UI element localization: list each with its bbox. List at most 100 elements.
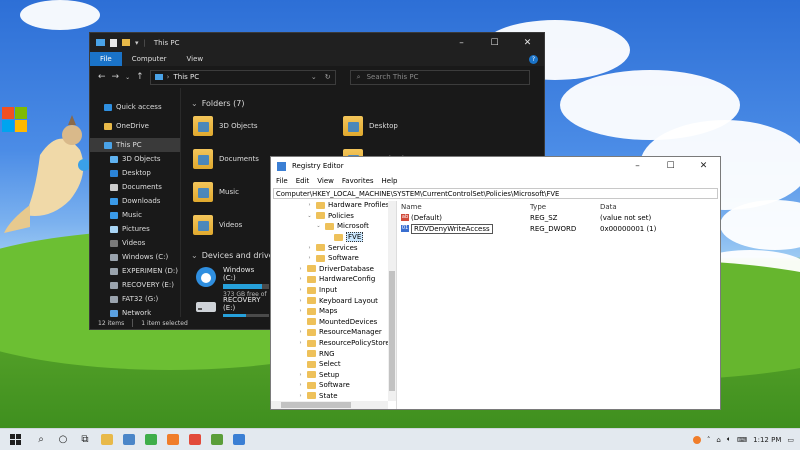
volume-icon[interactable]: 🔈︎	[727, 435, 731, 444]
tree-item-hardwareconfig[interactable]: › HardwareConfig	[271, 274, 396, 285]
value-row[interactable]: ab (Default) REG_SZ (value not set)	[397, 212, 720, 223]
collapsed-chevron-icon[interactable]: ›	[297, 287, 304, 293]
tab-view[interactable]: View	[177, 52, 214, 66]
taskbar-file-explorer-button[interactable]	[96, 429, 118, 450]
collapsed-chevron-icon[interactable]: ›	[297, 276, 304, 282]
search-icon[interactable]: ⌕	[30, 429, 52, 450]
sidebar-item-recovery-e[interactable]: RECOVERY (E:)	[90, 278, 180, 292]
tree-horizontal-scrollbar[interactable]	[271, 401, 388, 409]
tray-app-icon[interactable]	[692, 435, 701, 444]
folder-item-3d-objects[interactable]: 3D Objects	[193, 116, 258, 136]
tree-item-software[interactable]: › Software	[271, 380, 396, 391]
sidebar-item-windows-c[interactable]: Windows (C:)	[90, 250, 180, 264]
menu-help[interactable]: Help	[382, 177, 398, 185]
search-box[interactable]: ⌕ Search This PC	[349, 69, 530, 85]
expanded-chevron-icon[interactable]: ⌄	[306, 213, 313, 219]
collapsed-chevron-icon[interactable]: ›	[297, 393, 304, 399]
collapsed-chevron-icon[interactable]: ›	[297, 372, 304, 378]
network-icon[interactable]: ⌂	[716, 436, 720, 444]
recent-locations-icon[interactable]: ⌄	[125, 74, 130, 81]
folder-item-videos[interactable]: Videos	[193, 215, 242, 235]
column-data[interactable]: Data	[600, 203, 710, 211]
collapsed-chevron-icon[interactable]: ›	[297, 329, 304, 335]
collapsed-chevron-icon[interactable]: ›	[306, 202, 313, 208]
sidebar-item-quick-access[interactable]: Quick access	[90, 100, 180, 114]
notifications-icon[interactable]: ▭	[787, 436, 794, 444]
tree-item-setup[interactable]: › Setup	[271, 370, 396, 381]
help-icon[interactable]: ?	[529, 54, 538, 64]
tree-item-driverdatabase[interactable]: › DriverDatabase	[271, 264, 396, 275]
scroll-thumb[interactable]	[389, 271, 395, 391]
sidebar-item-downloads[interactable]: Downloads	[90, 194, 180, 208]
tree-item-select[interactable]: Select	[271, 359, 396, 370]
collapsed-chevron-icon[interactable]: ›	[297, 382, 304, 388]
expanded-chevron-icon[interactable]: ⌄	[315, 223, 322, 229]
tree-item-state[interactable]: › State	[271, 391, 396, 402]
column-type[interactable]: Type	[530, 203, 600, 211]
tree-item-maps[interactable]: › Maps	[271, 306, 396, 317]
taskbar-media-player-button[interactable]	[206, 429, 228, 450]
column-name[interactable]: Name	[397, 203, 530, 211]
taskbar-chrome-button[interactable]	[184, 429, 206, 450]
tree-item-keyboard-layout[interactable]: › Keyboard Layout	[271, 295, 396, 306]
taskbar-registry-editor-button[interactable]	[228, 429, 250, 450]
keyboard-icon[interactable]: ⌨	[737, 436, 747, 444]
taskbar-firefox-button[interactable]	[162, 429, 184, 450]
collapsed-chevron-icon[interactable]: ›	[297, 298, 304, 304]
tree-item-resourcemanager[interactable]: › ResourceManager	[271, 327, 396, 338]
back-arrow-icon[interactable]: ←	[98, 72, 106, 82]
sidebar-item-this-pc[interactable]: This PC	[90, 138, 180, 152]
collapsed-chevron-icon[interactable]: ›	[306, 245, 313, 251]
maximize-button[interactable]: ☐	[654, 157, 687, 175]
sidebar-item-videos[interactable]: Videos	[90, 236, 180, 250]
tree-item-fve[interactable]: FVE	[271, 232, 396, 243]
clock[interactable]: 1:12 PM	[753, 436, 781, 444]
address-bar[interactable]: › This PC ⌄ ↻	[149, 69, 336, 85]
start-button[interactable]	[0, 429, 30, 450]
tab-file[interactable]: File	[90, 52, 122, 66]
tree-item-software[interactable]: › Software	[271, 253, 396, 264]
drive-item-windows-c[interactable]: Windows (C:) 373 GB free of	[195, 266, 269, 298]
address-bar[interactable]: Computer\HKEY_LOCAL_MACHINE\SYSTEM\Curre…	[273, 188, 718, 199]
close-button[interactable]: ✕	[687, 157, 720, 175]
tree-vertical-scrollbar[interactable]	[388, 201, 396, 401]
up-arrow-icon[interactable]: ↑	[136, 72, 144, 82]
folder-item-music[interactable]: Music	[193, 182, 239, 202]
tree-item-services[interactable]: › Services	[271, 242, 396, 253]
close-button[interactable]: ✕	[511, 33, 544, 52]
folder-item-desktop[interactable]: Desktop	[343, 116, 398, 136]
collapsed-chevron-icon[interactable]: ›	[306, 255, 313, 261]
scroll-thumb[interactable]	[281, 402, 351, 408]
title-bar[interactable]: ▾ | This PC – ☐ ✕	[90, 33, 544, 52]
maximize-button[interactable]: ☐	[478, 33, 511, 52]
menu-file[interactable]: File	[276, 177, 288, 185]
customize-quick-access-icon[interactable]: ▾	[135, 39, 139, 47]
tree-item-hardware-profiles[interactable]: › Hardware Profiles	[271, 201, 396, 211]
collapsed-chevron-icon[interactable]: ›	[297, 308, 304, 314]
collapsed-chevron-icon[interactable]: ›	[297, 340, 304, 346]
tree-item-mounteddevices[interactable]: MountedDevices	[271, 317, 396, 328]
tab-computer[interactable]: Computer	[122, 52, 177, 66]
minimize-button[interactable]: –	[445, 33, 478, 52]
task-view-icon[interactable]: ⧉	[74, 429, 96, 450]
tree-item-microsoft[interactable]: ⌄ Microsoft	[271, 221, 396, 232]
forward-arrow-icon[interactable]: →	[112, 72, 120, 82]
new-folder-icon[interactable]	[122, 39, 130, 46]
cortana-icon[interactable]: ○	[52, 429, 74, 450]
sidebar-item-pictures[interactable]: Pictures	[90, 222, 180, 236]
tree-item-input[interactable]: › Input	[271, 285, 396, 296]
sidebar-item-fat32-g[interactable]: FAT32 (G:)	[90, 292, 180, 306]
sidebar-item-onedrive[interactable]: OneDrive	[90, 119, 180, 133]
address-dropdown-icon[interactable]: ⌄	[311, 73, 321, 81]
tree-item-rng[interactable]: RNG	[271, 348, 396, 359]
folder-item-documents[interactable]: Documents	[193, 149, 259, 169]
menu-favorites[interactable]: Favorites	[342, 177, 374, 185]
sidebar-item-music[interactable]: Music	[90, 208, 180, 222]
minimize-button[interactable]: –	[621, 157, 654, 175]
value-name-edit-field[interactable]: RDVDenyWriteAccess	[411, 223, 493, 234]
sidebar-item-3d-objects[interactable]: 3D Objects	[90, 152, 180, 166]
sidebar-item-documents[interactable]: Documents	[90, 180, 180, 194]
tree-item-policies[interactable]: ⌄ Policies	[271, 211, 396, 222]
refresh-icon[interactable]: ↻	[325, 73, 335, 81]
sidebar-item-desktop[interactable]: Desktop	[90, 166, 180, 180]
